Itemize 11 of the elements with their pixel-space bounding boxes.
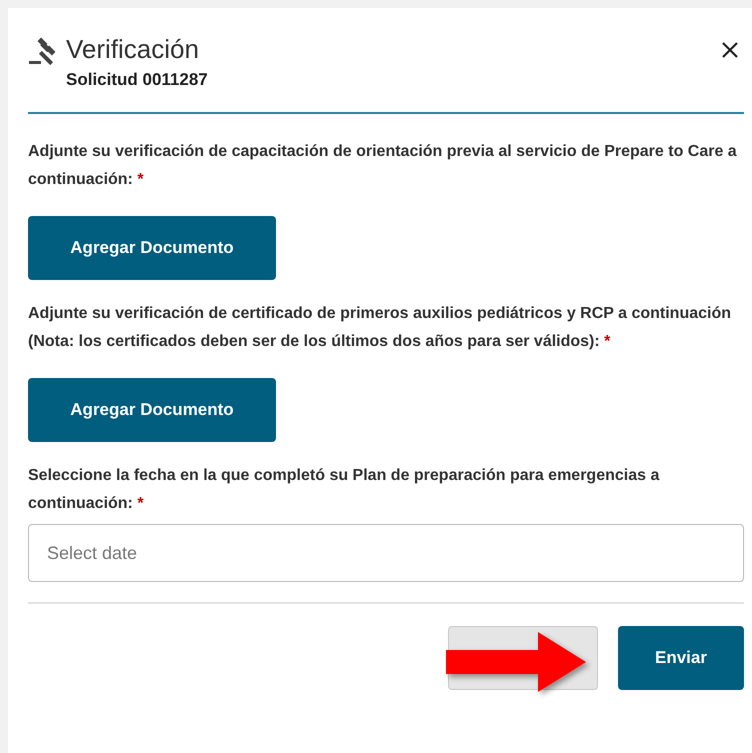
field-label: Adjunte su verificación de certificado de primeros auxilios pediátricos y RCP a continuación (Nota: los certificados deben ser de los últimos dos años para ser válidos): * (28, 304, 732, 352)
submit-button[interactable]: Enviar (618, 626, 744, 690)
gavel-icon (28, 36, 58, 66)
add-document-button[interactable]: Agregar Documento (28, 378, 276, 442)
date-field[interactable]: Select date (28, 524, 744, 582)
field-label: Seleccione la fecha en la que completó su Plan de preparación para emergencias a continuación: * (28, 466, 660, 514)
close-icon[interactable] (720, 40, 740, 60)
field-label: Adjunte su verificación de capacitación de orientación previa al servicio de Prepare to Care a continuación: * (28, 142, 738, 190)
request-number: Solicitud 0011287 (66, 70, 209, 90)
add-document-button[interactable]: Agregar Documento (28, 216, 276, 280)
dialog-title: Verificación (66, 33, 200, 66)
